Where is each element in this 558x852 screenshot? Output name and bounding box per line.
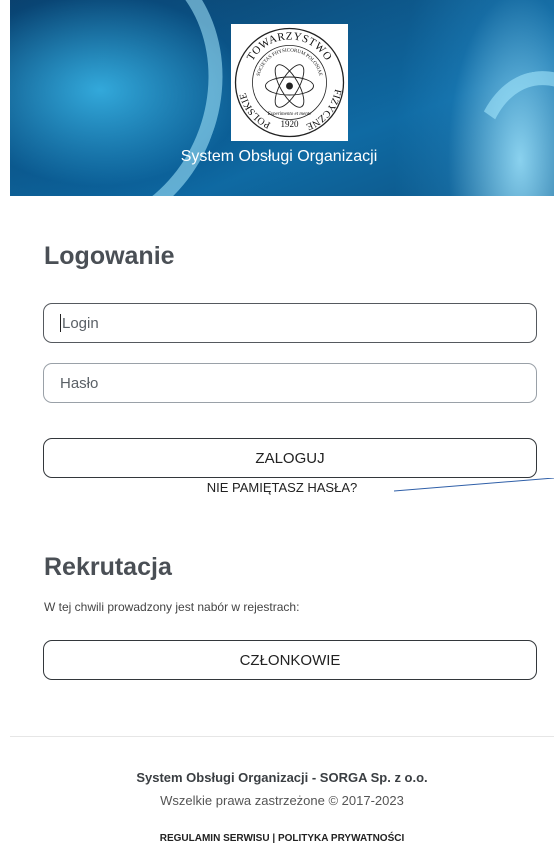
terms-link[interactable]: REGULAMIN SERWISU [160, 833, 270, 844]
organization-logo: TOWARZYSTWO POLSKIE FIZYCZNE SOCIETAS PH… [231, 24, 348, 141]
footer-links: REGULAMIN SERWISU | POLITYKA PRYWATNOŚCI [10, 833, 554, 844]
login-card: Logowanie Login Hasło ZALOGUJ NIE PAMIĘT… [10, 196, 554, 852]
password-placeholder: Hasło [60, 374, 99, 392]
password-input[interactable]: Hasło [43, 363, 537, 403]
privacy-link[interactable]: POLITYKA PRYWATNOŚCI [278, 833, 404, 844]
svg-text:FIZYCZNE: FIZYCZNE [305, 88, 344, 132]
logo-top-text: TOWARZYSTWO [245, 30, 334, 62]
recruitment-description: W tej chwili prowadzony jest nabór w rej… [44, 600, 300, 614]
login-placeholder: Login [62, 314, 99, 332]
svg-text:SOCIETAS PHYSICORUM POLONIAE: SOCIETAS PHYSICORUM POLONIAE [257, 48, 323, 76]
footer-link-separator: | [269, 833, 278, 844]
svg-text:TOWARZYSTWO: TOWARZYSTWO [245, 30, 335, 62]
page-margin-right [554, 0, 558, 852]
footer-divider [10, 736, 554, 737]
logo-motto: Experimento et mente [267, 112, 312, 117]
footer-company: System Obsługi Organizacji - SORGA Sp. z… [136, 770, 428, 785]
recruitment-heading: Rekrutacja [44, 553, 172, 581]
text-caret [60, 314, 61, 332]
logo-right-text: FIZYCZNE [305, 88, 344, 132]
atom-icon [265, 64, 314, 108]
footer-copyright: Wszelkie prawa zastrzeżone © 2017-2023 [160, 793, 404, 808]
login-heading: Logowanie [44, 242, 175, 270]
login-input[interactable]: Login [43, 303, 537, 343]
app-title: System Obsługi Organizacji [180, 148, 378, 165]
logo-year: 1920 [281, 119, 300, 129]
page-margin-left [0, 0, 10, 852]
login-button[interactable]: ZALOGUJ [43, 438, 537, 478]
members-button[interactable]: CZŁONKOWIE [43, 640, 537, 680]
annotation-line [394, 478, 554, 492]
logo-inner-text: SOCIETAS PHYSICORUM POLONIAE [257, 48, 323, 76]
